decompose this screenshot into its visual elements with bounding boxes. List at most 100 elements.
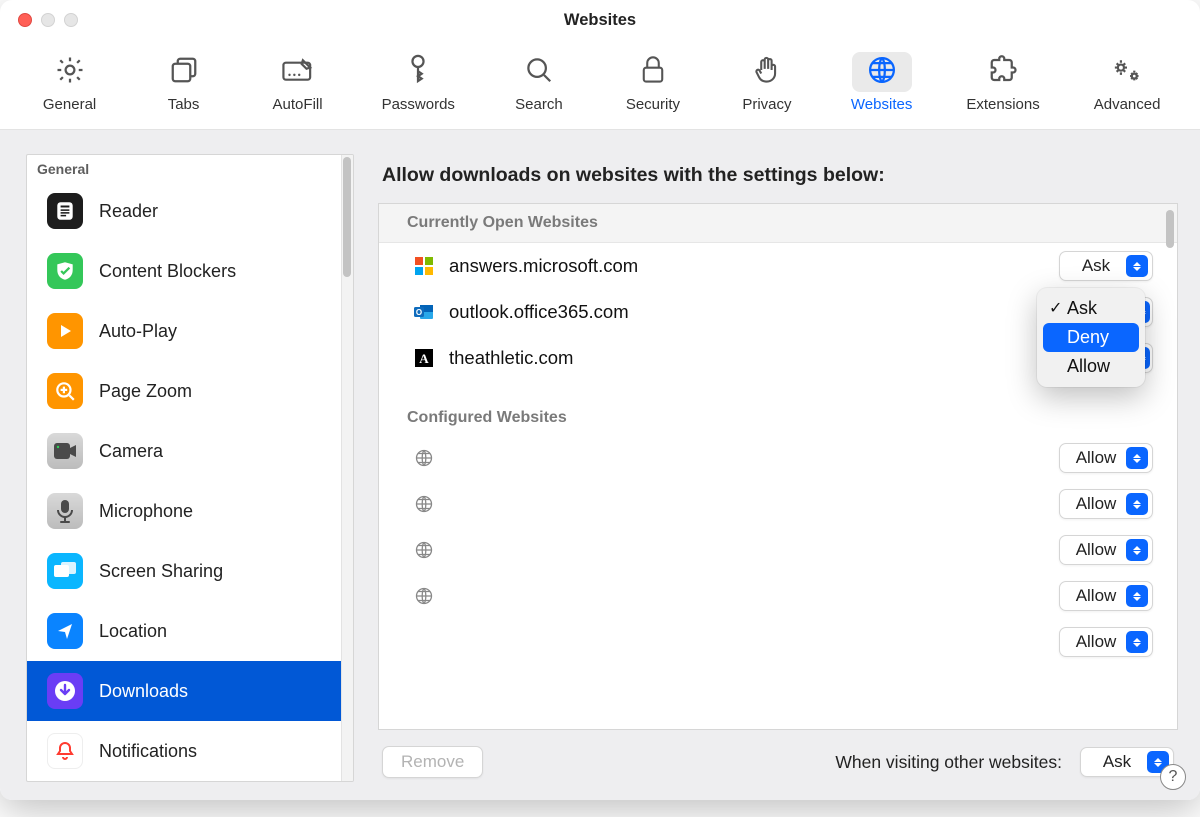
site-list: Currently Open Websites answers.microsof… [378,203,1178,730]
permission-select[interactable]: Allow [1059,627,1153,657]
sidebar-item-label: Camera [99,441,163,462]
select-value: Allow [1072,632,1120,652]
tab-tabs[interactable]: Tabs [144,46,224,117]
gears-icon [1110,55,1144,90]
sidebar-item-screen-sharing[interactable]: Screen Sharing [27,541,353,601]
select-value: Allow [1072,494,1120,514]
detail-footer: Remove When visiting other websites: Ask [378,730,1178,782]
site-row[interactable]: answers.microsoft.com Ask [379,243,1177,289]
tab-label: AutoFill [273,96,323,113]
chevron-updown-icon [1126,539,1148,561]
site-domain: theathletic.com [449,347,1117,369]
sidebar-scrollbar[interactable] [341,155,353,781]
permission-select[interactable]: Allow [1059,535,1153,565]
tab-label: Websites [851,96,912,113]
tab-label: General [43,96,96,113]
sidebar-item-microphone[interactable]: Microphone [27,481,353,541]
download-icon [47,673,83,709]
tab-general[interactable]: General [30,46,110,117]
popup-option-ask[interactable]: Ask [1043,294,1139,323]
sidebar-item-page-zoom[interactable]: Page Zoom [27,361,353,421]
tab-extensions[interactable]: Extensions [956,46,1049,117]
sidebar-item-downloads[interactable]: Downloads [27,661,353,721]
key-icon [405,54,431,91]
chevron-updown-icon [1126,493,1148,515]
permission-select[interactable]: Allow [1059,443,1153,473]
permission-popup-menu: Ask Deny Allow [1037,288,1145,387]
sidebar-item-camera[interactable]: Camera [27,421,353,481]
tab-search[interactable]: Search [499,46,579,117]
sidebar-item-label: Page Zoom [99,381,192,402]
popup-option-deny[interactable]: Deny [1043,323,1139,352]
camera-icon [47,433,83,469]
bell-icon [47,733,83,769]
the-athletic-icon: A [413,347,435,369]
sidebar-item-location[interactable]: Location [27,601,353,661]
microphone-icon [47,493,83,529]
tab-advanced[interactable]: Advanced [1084,46,1171,117]
permission-select[interactable]: Ask [1059,251,1153,281]
tab-label: Advanced [1094,96,1161,113]
window-title: Websites [0,11,1200,30]
sidebar-list: Reader Content Blockers Auto-Play Page Z… [27,181,353,781]
site-row[interactable]: Allow [379,481,1177,527]
sidebar-item-content-blockers[interactable]: Content Blockers [27,241,353,301]
microsoft-icon [413,255,435,277]
preferences-toolbar: General Tabs AutoFill Passwords Search S… [0,40,1200,130]
select-value: Allow [1072,586,1120,606]
tab-passwords[interactable]: Passwords [372,46,465,117]
globe-icon [413,493,435,515]
sidebar-item-label: Auto-Play [99,321,177,342]
permission-select[interactable]: Allow [1059,581,1153,611]
sidebar-item-label: Downloads [99,681,188,702]
sidebar-item-label: Content Blockers [99,261,236,282]
hand-icon [753,55,781,90]
site-row[interactable]: Allow [379,573,1177,619]
remove-button[interactable]: Remove [382,746,483,778]
play-icon [47,313,83,349]
sidebar-item-auto-play[interactable]: Auto-Play [27,301,353,361]
chevron-updown-icon [1126,255,1148,277]
puzzle-icon [988,55,1018,90]
globe-icon [413,447,435,469]
tab-label: Passwords [382,96,455,113]
sidebar-item-label: Location [99,621,167,642]
sidebar-item-label: Reader [99,201,158,222]
tab-privacy[interactable]: Privacy [727,46,807,117]
tab-label: Extensions [966,96,1039,113]
svg-text:A: A [419,351,429,366]
tab-label: Security [626,96,680,113]
tab-security[interactable]: Security [613,46,693,117]
group-header-open: Currently Open Websites [379,204,1177,243]
site-row[interactable]: Allow [379,435,1177,481]
other-websites-label: When visiting other websites: [835,752,1062,773]
sidebar-item-label: Screen Sharing [99,561,223,582]
detail-heading: Allow downloads on websites with the set… [378,154,1178,203]
permission-select[interactable]: Allow [1059,489,1153,519]
category-sidebar: General Reader Content Blockers Auto-Pla… [26,154,354,782]
sidebar-item-reader[interactable]: Reader [27,181,353,241]
site-row[interactable]: Allow [379,527,1177,573]
globe-icon [413,585,435,607]
select-value: Ask [1093,752,1141,772]
detail-panel: Allow downloads on websites with the set… [378,154,1178,782]
tabs-icon [169,55,199,90]
sidebar-group-header: General [27,155,353,181]
pencil-box-icon [281,55,315,90]
site-row[interactable]: Allow [379,619,1177,665]
site-domain: answers.microsoft.com [449,255,1045,277]
globe-icon [413,539,435,561]
search-icon [524,55,554,90]
tab-autofill[interactable]: AutoFill [258,46,338,117]
gear-icon [55,55,85,90]
select-value: Allow [1072,448,1120,468]
popup-option-allow[interactable]: Allow [1043,352,1139,381]
sidebar-item-notifications[interactable]: Notifications [27,721,353,781]
sidebar-scrollbar-thumb[interactable] [343,157,351,277]
help-button[interactable]: ? [1160,764,1186,790]
tab-websites[interactable]: Websites [841,46,922,117]
select-value: Ask [1072,256,1120,276]
lock-icon [640,55,666,90]
tab-label: Tabs [168,96,200,113]
list-scrollbar-thumb[interactable] [1166,210,1174,248]
